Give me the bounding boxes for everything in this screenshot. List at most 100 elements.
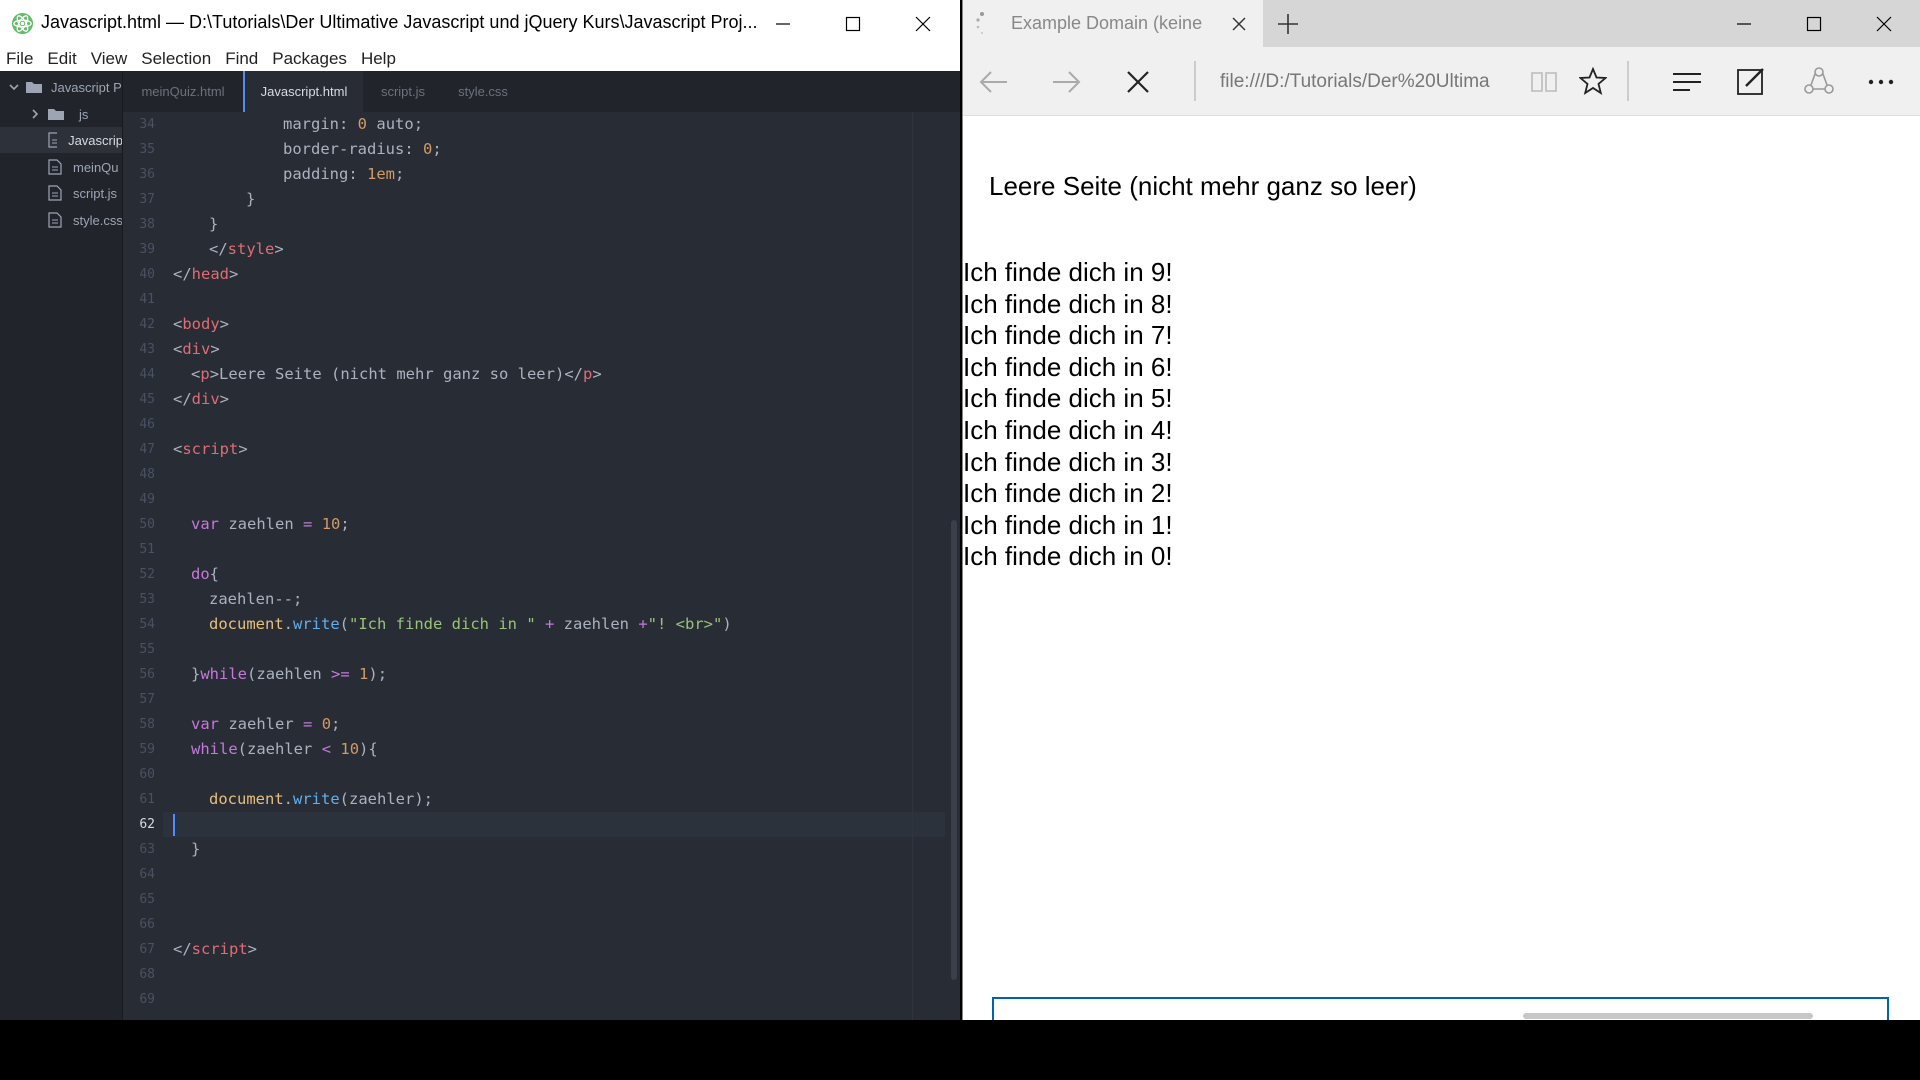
identifier: zaehlen xyxy=(256,665,322,683)
tree-item-javascript-html[interactable]: Javascrip xyxy=(0,127,122,153)
arrow-right-icon xyxy=(1053,71,1081,93)
arrow-left-icon xyxy=(979,71,1007,93)
share-button[interactable] xyxy=(1803,65,1835,97)
book-icon xyxy=(1531,72,1557,92)
output-line: Ich finde dich in 3! xyxy=(963,446,1173,477)
line-number: 37 xyxy=(139,192,155,207)
new-tab-icon[interactable] xyxy=(1277,13,1299,35)
tab-javascript-html[interactable]: Javascript.html xyxy=(243,71,363,112)
line-number: 64 xyxy=(139,867,155,882)
code-line: </div> xyxy=(173,390,230,408)
browser-toolbar: file:///D:/Tutorials/Der%20Ultima xyxy=(963,47,1920,116)
hub-button[interactable] xyxy=(1671,67,1703,97)
stop-loading-button[interactable] xyxy=(1123,67,1153,97)
atom-editor-window: Javascript.html — D:\Tutorials\Der Ultim… xyxy=(0,0,960,1020)
code-line: margin: 0 auto; xyxy=(283,115,424,133)
maximize-icon xyxy=(845,16,861,31)
tree-root-folder[interactable]: Javascript P xyxy=(0,74,122,100)
tree-item-label: meinQu xyxy=(73,159,119,175)
wrap-guide xyxy=(912,112,913,1020)
browser-tab[interactable]: Example Domain (keine xyxy=(963,0,1263,47)
line-number: 54 xyxy=(139,617,155,632)
chevron-right-icon xyxy=(32,109,39,119)
edge-browser-window: Example Domain (keine file:///D:/Tutoria… xyxy=(962,0,1920,1020)
file-icon xyxy=(48,185,62,201)
close-tab-icon[interactable] xyxy=(1231,16,1247,32)
identifier: zaehlen xyxy=(228,515,294,533)
operator: >= xyxy=(331,665,350,683)
operator: < xyxy=(321,740,332,758)
line-number: 57 xyxy=(139,692,155,707)
number: 1 xyxy=(359,665,369,683)
keyword: var xyxy=(191,715,219,733)
chevron-down-icon xyxy=(9,84,19,91)
output-line: Ich finde dich in 0! xyxy=(963,541,1173,572)
browser-maximize-button[interactable] xyxy=(1779,0,1849,47)
code-line: <script> xyxy=(173,440,248,458)
editor-maximize-button[interactable] xyxy=(818,0,888,47)
menu-edit[interactable]: Edit xyxy=(47,49,76,69)
line-number: 42 xyxy=(139,317,155,332)
code-line: document.write(zaehler); xyxy=(209,790,434,808)
menu-packages[interactable]: Packages xyxy=(272,49,347,69)
editor-title-bar[interactable]: Javascript.html — D:\Tutorials\Der Ultim… xyxy=(0,0,960,47)
function: write xyxy=(293,790,340,808)
output-line: Ich finde dich in 6! xyxy=(963,351,1173,382)
tab-style-css[interactable]: style.css xyxy=(443,71,523,112)
line-number: 48 xyxy=(139,467,155,482)
share-icon xyxy=(1804,67,1834,94)
web-note-button[interactable] xyxy=(1735,65,1767,97)
menu-selection[interactable]: Selection xyxy=(141,49,211,69)
line-number: 66 xyxy=(139,917,155,932)
code-line: <body> xyxy=(173,315,230,333)
tree-item-js-folder[interactable]: js xyxy=(0,101,122,127)
editor-close-button[interactable] xyxy=(888,0,958,47)
string: "Ich finde dich in " xyxy=(349,615,536,633)
tree-item-script-js[interactable]: script.js xyxy=(0,180,122,206)
atom-logo-icon xyxy=(11,12,34,35)
html-tag: div xyxy=(191,390,220,408)
tab-script-js[interactable]: script.js xyxy=(363,71,443,112)
more-button[interactable] xyxy=(1865,67,1897,97)
css-value: 1em xyxy=(367,165,395,183)
tree-root-label: Javascript P xyxy=(51,79,122,95)
tree-item-meinquiz[interactable]: meinQu xyxy=(0,154,122,180)
line-number: 41 xyxy=(139,292,155,307)
browser-close-button[interactable] xyxy=(1849,0,1919,47)
horizontal-scrollbar[interactable] xyxy=(1523,1013,1813,1019)
reading-view-button[interactable] xyxy=(1529,67,1559,97)
number: 10 xyxy=(321,515,341,533)
code-line: padding: 1em; xyxy=(283,165,405,183)
menu-help[interactable]: Help xyxy=(361,49,396,69)
code-editor[interactable]: margin: 0 auto; border-radius: 0; paddin… xyxy=(163,112,945,1020)
identifier: document xyxy=(209,615,284,633)
menu-file[interactable]: File xyxy=(6,49,33,69)
back-button[interactable] xyxy=(979,67,1009,97)
folder-icon xyxy=(26,82,42,93)
editor-scrollbar[interactable] xyxy=(951,520,957,980)
document-write-output: Ich finde dich in 9! Ich finde dich in 8… xyxy=(963,257,1173,573)
editor-minimize-button[interactable] xyxy=(748,0,818,47)
tree-item-style-css[interactable]: style.css xyxy=(0,207,122,233)
tab-meinquiz[interactable]: meinQuiz.html xyxy=(123,71,243,112)
address-bar[interactable]: file:///D:/Tutorials/Der%20Ultima xyxy=(1220,71,1500,93)
close-icon xyxy=(915,16,931,31)
html-tag: body xyxy=(182,315,220,333)
menu-find[interactable]: Find xyxy=(225,49,258,69)
css-property: margin xyxy=(283,115,339,133)
paragraph-text: Leere Seite (nicht mehr ganz so leer) xyxy=(219,365,565,383)
favorites-button[interactable] xyxy=(1577,65,1609,97)
page-paragraph: Leere Seite (nicht mehr ganz so leer) xyxy=(989,171,1417,201)
line-number-gutter: 34 35 36 37 38 39 40 41 42 43 44 45 46 47 48 49 50 51 52 53… xyxy=(123,112,163,1020)
forward-button[interactable] xyxy=(1051,67,1081,97)
output-line: Ich finde dich in 1! xyxy=(963,509,1173,540)
toolbar-divider xyxy=(1194,61,1196,101)
identifier: zaehlen xyxy=(563,615,629,633)
output-line: Ich finde dich in 4! xyxy=(963,414,1173,445)
output-line: Ich finde dich in 7! xyxy=(963,320,1173,351)
browser-minimize-button[interactable] xyxy=(1709,0,1779,47)
keyword: while xyxy=(200,665,248,683)
code-line: zaehlen--; xyxy=(209,590,303,608)
menu-view[interactable]: View xyxy=(91,49,128,69)
line-number: 65 xyxy=(139,892,155,907)
